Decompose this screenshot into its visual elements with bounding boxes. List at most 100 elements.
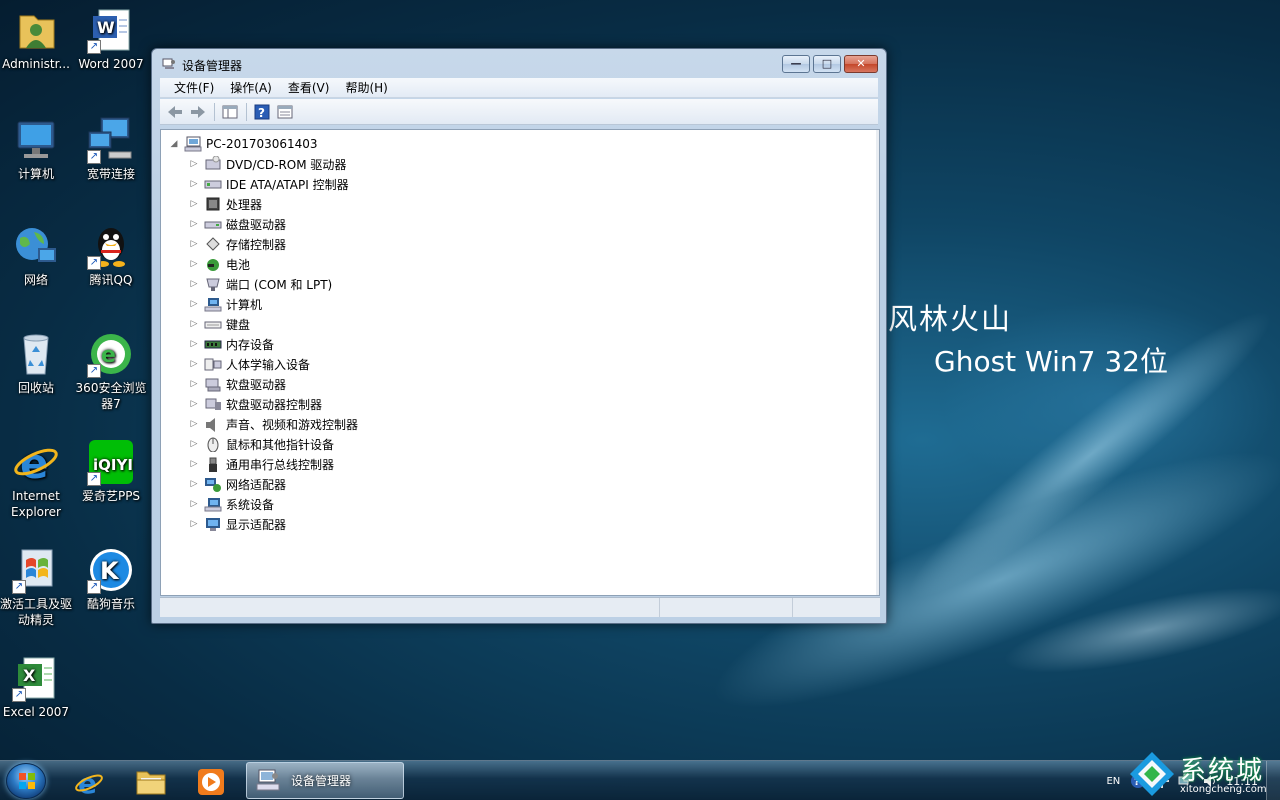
shortcut-arrow-icon: ↗ <box>87 364 101 378</box>
qq-icon: ↗ <box>87 222 135 270</box>
menu-view[interactable]: 查看(V) <box>280 79 338 96</box>
properties-button[interactable] <box>274 102 296 122</box>
computer-icon <box>204 298 222 312</box>
expand-arrow-icon[interactable]: ▷ <box>189 259 199 269</box>
expand-arrow-icon[interactable]: ▷ <box>189 439 199 449</box>
desktop-icon-iqiyi[interactable]: iQIYI ↗ 爱奇艺PPS <box>73 438 149 504</box>
taskbar-pin-ie[interactable]: e <box>62 765 116 799</box>
menu-file[interactable]: 文件(F) <box>166 79 222 96</box>
taskbar-task-device-manager[interactable]: 设备管理器 <box>246 762 404 799</box>
expand-arrow-icon[interactable]: ▷ <box>189 219 199 229</box>
desktop-icon-label: Internet Explorer <box>11 489 61 519</box>
properties-icon <box>277 105 293 118</box>
expand-arrow-icon[interactable]: ▷ <box>189 319 199 329</box>
menu-help[interactable]: 帮助(H) <box>337 79 395 96</box>
tree-node-floppy-controller[interactable]: ▷ 软盘驱动器控制器 <box>189 394 322 414</box>
desktop-icon-360-browser[interactable]: e ↗ 360安全浏览器7 <box>73 330 149 412</box>
expand-arrow-icon[interactable]: ▷ <box>189 419 199 429</box>
tree-node-storage-controller[interactable]: ▷ 存储控制器 <box>189 234 286 254</box>
expand-arrow-icon[interactable]: ▷ <box>189 199 199 209</box>
port-icon <box>206 278 220 291</box>
desktop-icon-activation-tool[interactable]: ↗ 激活工具及驱动精灵 <box>0 546 74 628</box>
forward-arrow-icon <box>191 105 205 118</box>
tree-node-hid[interactable]: ▷ 人体学输入设备 <box>189 354 310 374</box>
expand-arrow-icon[interactable]: ▷ <box>189 279 199 289</box>
desktop-icon-qq[interactable]: ↗ 腾讯QQ <box>73 222 149 288</box>
help-button[interactable]: ? <box>251 102 273 122</box>
device-tree[interactable]: ◢ PC-201703061403 ▷ DVD/CD-ROM 驱动器 ▷ IDE AT… <box>160 129 880 596</box>
tree-node-sound[interactable]: ▷ 声音、视频和游戏控制器 <box>189 414 358 434</box>
expand-arrow-icon[interactable]: ▷ <box>189 459 199 469</box>
taskbar-pin-media-player[interactable] <box>184 765 238 799</box>
show-hide-console-tree-button[interactable] <box>219 102 241 122</box>
recycle-bin-icon <box>12 330 60 378</box>
language-indicator[interactable]: EN <box>1106 776 1120 787</box>
tree-scrollbar[interactable] <box>876 130 879 595</box>
expand-arrow-icon[interactable]: ▷ <box>189 379 199 389</box>
watermark-text: 系统城 <box>1180 756 1265 786</box>
desktop-icon-word[interactable]: W ↗ Word 2007 <box>73 6 149 72</box>
forward-button[interactable] <box>187 102 209 122</box>
maximize-button[interactable]: □ <box>813 55 841 73</box>
expand-arrow-icon[interactable]: ▷ <box>189 339 199 349</box>
desktop-icon-label: 腾讯QQ <box>89 273 133 287</box>
desktop-icon-computer[interactable]: 计算机 <box>0 116 74 182</box>
activation-tool-icon: ↗ <box>12 546 60 594</box>
tree-node-floppy-drive[interactable]: ▷ 软盘驱动器 <box>189 374 286 394</box>
expand-arrow-icon[interactable]: ▷ <box>189 159 199 169</box>
expand-arrow-icon[interactable]: ▷ <box>189 399 199 409</box>
desktop-icon-recycle-bin[interactable]: 回收站 <box>0 330 74 396</box>
tree-node-keyboard[interactable]: ▷ 键盘 <box>189 314 250 334</box>
tree-node-ide-controller[interactable]: ▷ IDE ATA/ATAPI 控制器 <box>189 174 349 194</box>
tree-node-processor[interactable]: ▷ 处理器 <box>189 194 262 214</box>
device-manager-window[interactable]: 设备管理器 — □ ✕ 文件(F) 操作(A) 查看(V) 帮助(H) ? ◢ … <box>151 48 887 624</box>
tree-root-label: PC-201703061403 <box>206 137 318 151</box>
console-tree-icon <box>222 105 238 118</box>
excel-icon: X ↗ <box>12 654 60 702</box>
expand-arrow-icon[interactable]: ▷ <box>189 299 199 309</box>
desktop-icon-excel[interactable]: X ↗ Excel 2007 <box>0 654 74 720</box>
tree-node-battery[interactable]: ▷ 电池 <box>189 254 250 274</box>
expand-arrow-icon[interactable]: ▷ <box>189 359 199 369</box>
shortcut-arrow-icon: ↗ <box>87 472 101 486</box>
desktop-icon-network[interactable]: 网络 <box>0 222 74 288</box>
minimize-button[interactable]: — <box>782 55 810 73</box>
device-manager-icon <box>256 769 280 790</box>
network-icon <box>12 222 60 270</box>
dvd-drive-icon <box>205 156 221 170</box>
tree-node-label: 磁盘驱动器 <box>226 217 287 232</box>
tree-node-mouse[interactable]: ▷ 鼠标和其他指针设备 <box>189 434 334 454</box>
expand-arrow-icon[interactable]: ▷ <box>189 499 199 509</box>
tree-node-memory[interactable]: ▷ 内存设备 <box>189 334 274 354</box>
desktop-icon-kugou[interactable]: K ↗ 酷狗音乐 <box>73 546 149 612</box>
window-titlebar[interactable]: 设备管理器 — □ ✕ <box>152 49 886 79</box>
tree-node-system-device[interactable]: ▷ 系统设备 <box>189 494 274 514</box>
tree-node-port[interactable]: ▷ 端口 (COM 和 LPT) <box>189 274 333 294</box>
tree-node-disk-drive[interactable]: ▷ 磁盘驱动器 <box>189 214 286 234</box>
tree-root-computer[interactable]: ◢ PC-201703061403 <box>169 134 318 154</box>
desktop-icon-internet-explorer[interactable]: e Internet Explorer <box>0 438 74 520</box>
desktop-icon-label: Administr... <box>2 57 70 71</box>
taskbar-pin-explorer[interactable] <box>124 765 178 799</box>
desktop-icon-broadband[interactable]: ↗ 宽带连接 <box>73 116 149 182</box>
tree-node-display-adapter[interactable]: ▷ 显示适配器 <box>189 514 286 534</box>
tree-node-network-adapter[interactable]: ▷ 网络适配器 <box>189 474 286 494</box>
tree-node-computer[interactable]: ▷ 计算机 <box>189 294 262 314</box>
taskbar: e 设备管理器 EN ? 11:11 <box>0 760 1280 800</box>
back-button[interactable] <box>164 102 186 122</box>
desktop-icon-administrator[interactable]: Administr... <box>0 6 74 72</box>
shortcut-arrow-icon: ↗ <box>87 580 101 594</box>
toolbar-separator <box>246 102 247 121</box>
expand-arrow-icon[interactable]: ▷ <box>189 179 199 189</box>
expand-arrow-icon[interactable]: ▷ <box>189 479 199 489</box>
collapse-arrow-icon[interactable]: ◢ <box>169 139 179 149</box>
close-button[interactable]: ✕ <box>844 55 878 73</box>
watermark-logo: 系统城 xitongcheng.com <box>1126 748 1276 800</box>
tree-node-usb[interactable]: ▷ 通用串行总线控制器 <box>189 454 334 474</box>
desktop-icon-label: 酷狗音乐 <box>86 597 135 611</box>
menu-action[interactable]: 操作(A) <box>222 79 280 96</box>
start-button[interactable] <box>6 763 46 799</box>
expand-arrow-icon[interactable]: ▷ <box>189 239 199 249</box>
expand-arrow-icon[interactable]: ▷ <box>189 519 199 529</box>
tree-node-dvd-drive[interactable]: ▷ DVD/CD-ROM 驱动器 <box>189 154 346 174</box>
